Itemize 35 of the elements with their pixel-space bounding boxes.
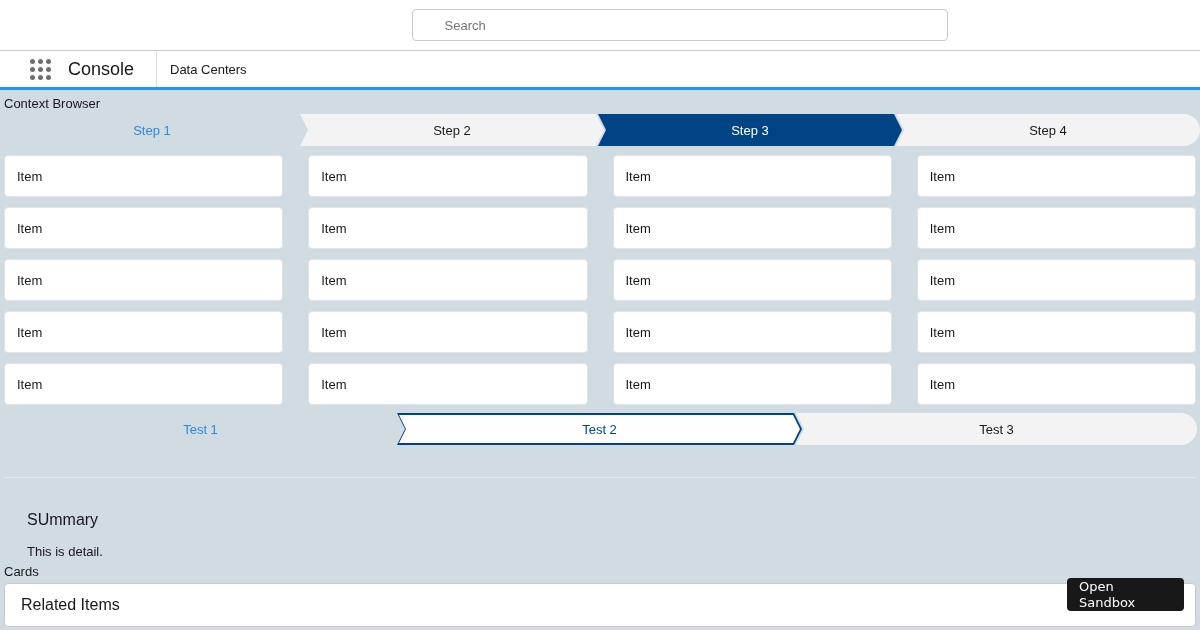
- section-label: Cards: [4, 564, 39, 580]
- item-card[interactable]: Item: [612, 207, 892, 249]
- app-name: Console: [68, 58, 135, 80]
- item-card[interactable]: Item: [4, 207, 284, 249]
- search-field[interactable]: Search: [411, 9, 948, 41]
- item-card[interactable]: Item: [308, 311, 588, 353]
- item-card[interactable]: Item: [612, 311, 892, 353]
- path-step[interactable]: Test 2: [397, 413, 802, 445]
- item-card[interactable]: Item: [4, 363, 284, 405]
- item-card[interactable]: Item: [916, 259, 1196, 301]
- item-card[interactable]: Item: [4, 259, 284, 301]
- path-step[interactable]: Test 3: [796, 413, 1197, 445]
- open-sandbox-button[interactable]: Open Sandbox: [1067, 578, 1184, 611]
- item-card[interactable]: Item: [308, 259, 588, 301]
- item-card[interactable]: Item: [4, 155, 284, 197]
- item-card[interactable]: Item: [916, 311, 1196, 353]
- item-card[interactable]: Item: [4, 311, 284, 353]
- item-card[interactable]: Item: [308, 155, 588, 197]
- section-label: Context Browser: [4, 96, 101, 111]
- item-card[interactable]: Item: [308, 363, 588, 405]
- card-title: Related Items: [21, 596, 120, 614]
- summary-detail: This is detail.: [27, 544, 103, 560]
- nav-tab[interactable]: Data Centers: [157, 51, 253, 87]
- path-step[interactable]: Step 4: [896, 114, 1200, 146]
- item-card[interactable]: Item: [916, 155, 1196, 197]
- app-launcher-icon[interactable]: [30, 58, 51, 80]
- item-card[interactable]: Item: [612, 155, 892, 197]
- item-card[interactable]: Item: [612, 363, 892, 405]
- path-step[interactable]: Step 2: [300, 114, 604, 146]
- item-card[interactable]: Item: [916, 207, 1196, 249]
- item-card[interactable]: Item: [308, 207, 588, 249]
- path-step[interactable]: Step 3: [598, 114, 902, 146]
- item-card[interactable]: Item: [612, 259, 892, 301]
- item-card[interactable]: Item: [916, 363, 1196, 405]
- summary-title: SUmmary: [27, 510, 99, 530]
